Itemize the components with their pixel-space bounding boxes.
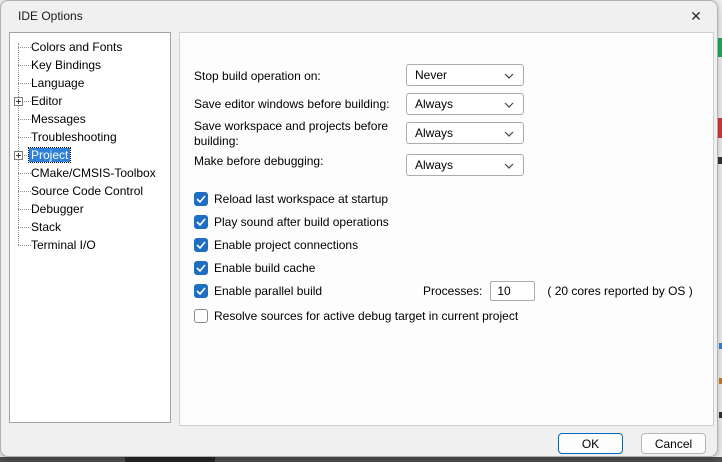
save-editor-label: Save editor windows before building: xyxy=(194,97,406,112)
save-workspace-value: Always xyxy=(415,126,453,140)
sidebar-item-editor[interactable]: Editor xyxy=(10,92,170,110)
chevron-down-icon xyxy=(504,73,514,79)
chevron-down-icon xyxy=(504,131,514,137)
stop-build-label: Stop build operation on: xyxy=(194,69,406,84)
background-right-green-sliver xyxy=(718,38,722,57)
check-icon xyxy=(196,241,206,249)
selected-tree-item: Project xyxy=(29,148,70,162)
background-right-dark-sliver xyxy=(718,157,722,164)
save-editor-value: Always xyxy=(415,97,453,111)
sidebar-item-messages[interactable]: Messages xyxy=(10,110,170,128)
processes-input[interactable] xyxy=(490,281,535,301)
project-options-panel: Stop build operation on: Never Save edit… xyxy=(179,32,714,426)
background-bottom-bar xyxy=(0,457,722,462)
sidebar-item-colors-and-fonts[interactable]: Colors and Fonts xyxy=(10,38,170,56)
check-icon xyxy=(196,264,206,272)
save-editor-dropdown[interactable]: Always xyxy=(406,93,524,115)
checkbox-reload-workspace[interactable]: Reload last workspace at startup xyxy=(194,191,388,207)
tree-connector xyxy=(18,245,31,246)
sidebar-item-project[interactable]: Project xyxy=(10,146,170,164)
make-before-debug-value: Always xyxy=(415,158,453,172)
title-bar: IDE Options ✕ xyxy=(1,1,717,31)
tree-connector xyxy=(18,209,31,210)
checked-checkbox-icon[interactable] xyxy=(194,284,208,298)
tree-connector xyxy=(18,83,31,84)
stop-build-dropdown[interactable]: Never xyxy=(406,64,524,86)
checkbox-build-cache[interactable]: Enable build cache xyxy=(194,260,315,276)
expand-plus-icon[interactable] xyxy=(14,151,23,160)
sidebar-item-stack[interactable]: Stack xyxy=(10,218,170,236)
unchecked-checkbox-icon[interactable] xyxy=(194,309,208,323)
check-icon xyxy=(196,218,206,226)
sidebar-item-troubleshooting[interactable]: Troubleshooting xyxy=(10,128,170,146)
checkbox-resolve-sources[interactable]: Resolve sources for active debug target … xyxy=(194,308,518,324)
save-workspace-label: Save workspace and projects before build… xyxy=(194,119,406,149)
make-before-debug-label: Make before debugging: xyxy=(194,154,406,169)
processes-label: Processes: xyxy=(423,284,482,298)
sidebar-item-key-bindings[interactable]: Key Bindings xyxy=(10,56,170,74)
checkbox-parallel-build[interactable]: Enable parallel build xyxy=(194,283,322,299)
background-right-red-sliver xyxy=(718,118,722,138)
cores-note: ( 20 cores reported by OS ) xyxy=(547,284,692,298)
checkbox-project-connections[interactable]: Enable project connections xyxy=(194,237,358,253)
close-icon: ✕ xyxy=(690,8,702,25)
sidebar-item-debugger[interactable]: Debugger xyxy=(10,200,170,218)
close-button[interactable]: ✕ xyxy=(681,4,711,28)
dialog-title: IDE Options xyxy=(18,9,83,23)
tree-connector xyxy=(18,191,31,192)
stop-build-value: Never xyxy=(415,68,447,82)
ok-button[interactable]: OK xyxy=(558,433,623,454)
cancel-button[interactable]: Cancel xyxy=(641,433,706,454)
check-icon xyxy=(196,287,206,295)
save-workspace-dropdown[interactable]: Always xyxy=(406,122,524,144)
sidebar-item-source-code-control[interactable]: Source Code Control xyxy=(10,182,170,200)
chevron-down-icon xyxy=(504,163,514,169)
check-icon xyxy=(196,195,206,203)
sidebar-item-cmake-cmsis-toolbox[interactable]: CMake/CMSIS-Toolbox xyxy=(10,164,170,182)
tree-connector xyxy=(18,47,31,48)
options-category-tree: Colors and Fonts Key Bindings Language E… xyxy=(9,32,171,423)
checked-checkbox-icon[interactable] xyxy=(194,238,208,252)
checkbox-play-sound[interactable]: Play sound after build operations xyxy=(194,214,389,230)
tree-connector xyxy=(18,65,31,66)
expand-plus-icon[interactable] xyxy=(14,97,23,106)
sidebar-item-language[interactable]: Language xyxy=(10,74,170,92)
tree-connector xyxy=(18,173,31,174)
processes-row: Processes: ( 20 cores reported by OS ) xyxy=(423,281,693,301)
tree-connector xyxy=(18,119,31,120)
tree-connector xyxy=(18,137,31,138)
checked-checkbox-icon[interactable] xyxy=(194,192,208,206)
ide-options-dialog: IDE Options ✕ Colors and Fonts Key Bindi… xyxy=(0,0,718,457)
chevron-down-icon xyxy=(504,102,514,108)
sidebar-item-terminal-io[interactable]: Terminal I/O xyxy=(10,236,170,254)
checked-checkbox-icon[interactable] xyxy=(194,215,208,229)
tree-connector xyxy=(18,227,31,228)
make-before-debug-dropdown[interactable]: Always xyxy=(406,154,524,176)
checked-checkbox-icon[interactable] xyxy=(194,261,208,275)
